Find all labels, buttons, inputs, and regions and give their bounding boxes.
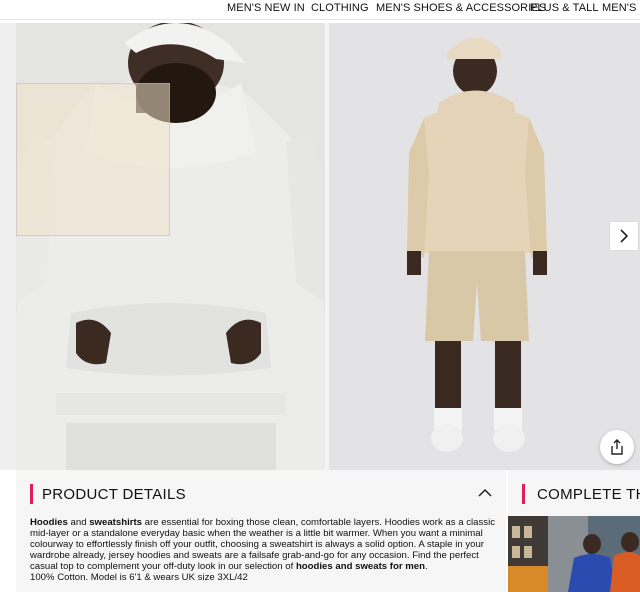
- nav-clothing[interactable]: CLOTHING: [311, 2, 369, 14]
- product-description: Hoodies and sweatshirts are essential fo…: [30, 517, 500, 583]
- section-accent-bar: [522, 484, 525, 504]
- chevron-right-icon: [620, 229, 629, 243]
- zoom-lens: [16, 83, 170, 236]
- chevron-up-icon[interactable]: [478, 488, 492, 498]
- share-icon: [611, 439, 623, 455]
- section-accent-bar: [30, 484, 33, 504]
- complete-the-look-panel: COMPLETE TH: [508, 470, 640, 592]
- link-hoodies[interactable]: Hoodies: [30, 517, 68, 528]
- description-text: and: [67, 517, 90, 528]
- share-button[interactable]: [600, 430, 634, 464]
- product-image-back[interactable]: [329, 23, 640, 470]
- link-hoodies-and-sweats[interactable]: hoodies and sweats for men: [296, 561, 425, 572]
- description-paragraph: Hoodies and sweatshirts are essential fo…: [30, 517, 500, 572]
- fabric-model-info: 100% Cotton. Model is 6'1 & wears UK siz…: [30, 572, 248, 583]
- nav-mens-more[interactable]: MEN'S C: [602, 2, 640, 14]
- top-navigation: MEN'S NEW IN CLOTHING MEN'S SHOES & ACCE…: [0, 0, 640, 20]
- gallery-next-button[interactable]: [609, 221, 639, 251]
- product-page: MEN'S NEW IN CLOTHING MEN'S SHOES & ACCE…: [0, 0, 640, 592]
- link-sweatshirts[interactable]: sweatshirts: [89, 517, 142, 528]
- nav-plus-tall[interactable]: PLUS & TALL: [530, 2, 599, 14]
- product-details-panel: PRODUCT DETAILS Hoodies and sweatshirts …: [16, 470, 506, 592]
- description-text: .: [424, 561, 428, 572]
- nav-mens-shoes-accessories[interactable]: MEN'S SHOES & ACCESSORIES: [376, 2, 546, 14]
- complete-the-look-title: COMPLETE TH: [537, 486, 640, 503]
- product-gallery: [0, 23, 640, 470]
- complete-the-look-image[interactable]: [508, 516, 640, 592]
- nav-mens-new-in[interactable]: MEN'S NEW IN: [227, 2, 305, 14]
- product-details-title: PRODUCT DETAILS: [42, 486, 186, 503]
